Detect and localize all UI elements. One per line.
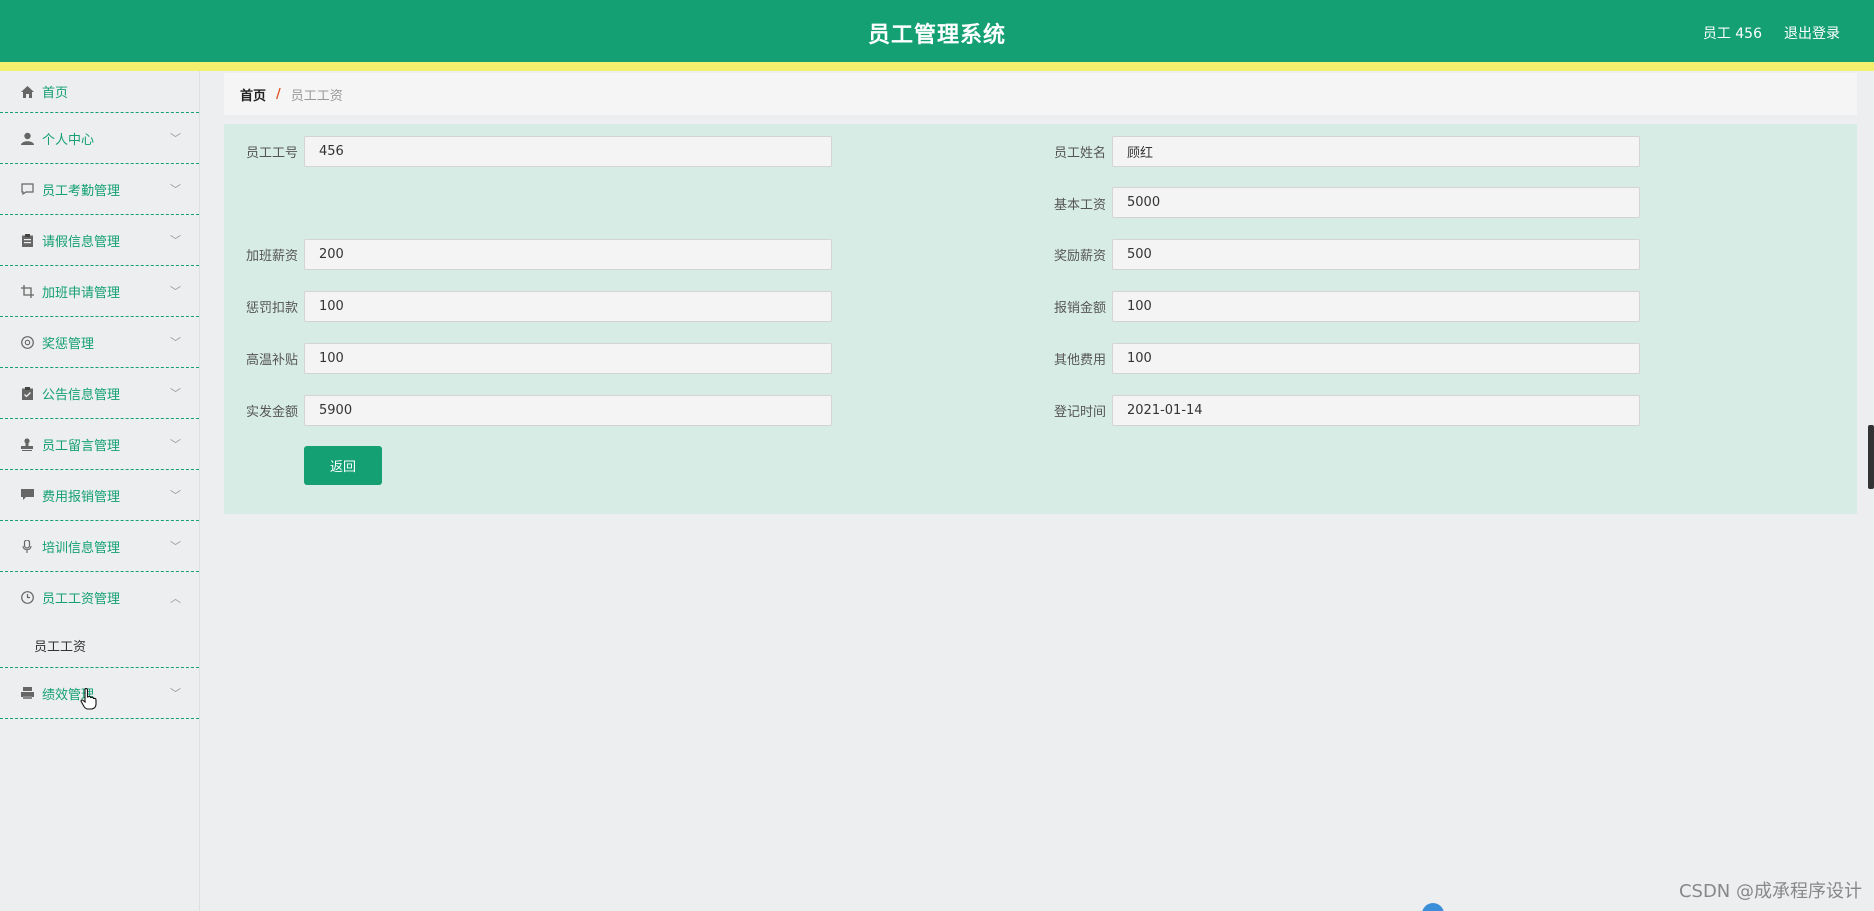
sidebar-item-label: 奖惩管理 bbox=[42, 336, 95, 352]
clock-icon bbox=[20, 572, 34, 623]
sidebar-item-label: 个人中心 bbox=[42, 132, 95, 148]
sidebar-item-notices[interactable]: 公告信息管理 ﹀ bbox=[0, 368, 199, 419]
app-title: 员工管理系统 bbox=[867, 23, 1006, 48]
base-salary-input[interactable]: 5000 bbox=[1112, 187, 1640, 218]
microphone-icon bbox=[20, 521, 34, 571]
breadcrumb-current: 员工工资 bbox=[290, 88, 343, 104]
other-fees-input[interactable]: 100 bbox=[1112, 343, 1640, 374]
employee-no-label: 员工工号 bbox=[245, 146, 298, 161]
overtime-pay-input[interactable]: 200 bbox=[304, 239, 832, 270]
base-salary-label: 基本工资 bbox=[1053, 198, 1106, 213]
record-date-input[interactable]: 2021-01-14 bbox=[1112, 395, 1640, 426]
back-button[interactable]: 返回 bbox=[304, 446, 382, 485]
sidebar-item-home[interactable]: 首页 bbox=[0, 71, 199, 113]
page-scrollbar[interactable] bbox=[1868, 425, 1874, 489]
sidebar-item-label: 首页 bbox=[42, 86, 69, 101]
sidebar-item-messages[interactable]: 员工留言管理 ﹀ bbox=[0, 419, 199, 470]
sidebar-item-label: 员工工资管理 bbox=[42, 592, 121, 607]
logout-link[interactable]: 退出登录 bbox=[1784, 23, 1840, 43]
chevron-down-icon: ﹀ bbox=[170, 438, 181, 451]
chevron-down-icon: ﹀ bbox=[170, 183, 181, 196]
sidebar-item-overtime[interactable]: 加班申请管理 ﹀ bbox=[0, 266, 199, 317]
sidebar-item-salary[interactable]: 员工工资管理 ︿ bbox=[0, 572, 199, 623]
chevron-down-icon: ﹀ bbox=[170, 687, 181, 700]
employee-name-input[interactable]: 顾红 bbox=[1112, 136, 1640, 167]
breadcrumb: 首页 / 员工工资 bbox=[224, 73, 1857, 115]
top-header: 员工管理系统 员工 456 退出登录 bbox=[0, 0, 1874, 62]
penalty-input[interactable]: 100 bbox=[304, 291, 832, 322]
sidebar-item-personal-center[interactable]: 个人中心 ﹀ bbox=[0, 113, 199, 164]
message-icon bbox=[20, 470, 34, 520]
submenu-item-employee-salary[interactable]: 员工工资 bbox=[0, 623, 199, 667]
net-pay-label: 实发金额 bbox=[245, 405, 298, 420]
net-pay-input[interactable]: 5900 bbox=[304, 395, 832, 426]
sidebar-item-label: 员工考勤管理 bbox=[42, 183, 121, 199]
clipboard-icon bbox=[20, 215, 34, 265]
sidebar-group-salary: 员工工资管理 ︿ 员工工资 bbox=[0, 572, 199, 668]
sidebar-item-label: 费用报销管理 bbox=[42, 489, 121, 505]
sidebar-item-reimbursement[interactable]: 费用报销管理 ﹀ bbox=[0, 470, 199, 521]
sidebar-item-label: 公告信息管理 bbox=[42, 387, 121, 403]
chevron-down-icon: ﹀ bbox=[170, 336, 181, 349]
crop-icon bbox=[20, 266, 34, 316]
clipboard-check-icon bbox=[20, 368, 34, 418]
printer-icon bbox=[20, 668, 34, 718]
employee-name-label: 员工姓名 bbox=[1053, 146, 1106, 161]
overtime-pay-label: 加班薪资 bbox=[245, 249, 298, 264]
sidebar-item-rewards[interactable]: 奖惩管理 ﹀ bbox=[0, 317, 199, 368]
breadcrumb-separator: / bbox=[276, 86, 281, 102]
chevron-down-icon: ﹀ bbox=[170, 285, 181, 298]
sidebar-item-label: 员工留言管理 bbox=[42, 438, 121, 454]
current-user: 员工 456 bbox=[1702, 26, 1762, 42]
penalty-label: 惩罚扣款 bbox=[245, 301, 298, 316]
other-fees-label: 其他费用 bbox=[1053, 353, 1106, 368]
sidebar-item-label: 培训信息管理 bbox=[42, 540, 121, 556]
user-icon bbox=[20, 113, 34, 163]
header-stripe bbox=[0, 62, 1874, 71]
sidebar-item-label: 请假信息管理 bbox=[42, 234, 121, 250]
sidebar-item-leave[interactable]: 请假信息管理 ﹀ bbox=[0, 215, 199, 266]
employee-no-input[interactable]: 456 bbox=[304, 136, 832, 167]
chevron-up-icon: ︿ bbox=[170, 591, 181, 605]
heat-allowance-input[interactable]: 100 bbox=[304, 343, 832, 374]
reimbursement-label: 报销金额 bbox=[1053, 301, 1106, 316]
record-date-label: 登记时间 bbox=[1053, 405, 1106, 420]
chevron-down-icon: ﹀ bbox=[170, 234, 181, 247]
heat-allowance-label: 高温补贴 bbox=[245, 353, 298, 368]
submenu-item-label: 员工工资 bbox=[34, 639, 87, 655]
chevron-down-icon: ﹀ bbox=[170, 489, 181, 502]
home-icon bbox=[20, 71, 34, 112]
sidebar-item-performance[interactable]: 绩效管理 ﹀ bbox=[0, 668, 199, 719]
watermark-text: CSDN @成承程序设计 bbox=[1678, 881, 1862, 902]
aperture-icon bbox=[20, 317, 34, 367]
sidebar-item-training[interactable]: 培训信息管理 ﹀ bbox=[0, 521, 199, 572]
floating-indicator bbox=[1422, 903, 1444, 911]
sidebar-item-label: 加班申请管理 bbox=[42, 285, 121, 301]
stamp-icon bbox=[20, 419, 34, 469]
chevron-down-icon: ﹀ bbox=[170, 132, 181, 145]
chevron-down-icon: ﹀ bbox=[170, 540, 181, 553]
reimbursement-input[interactable]: 100 bbox=[1112, 291, 1640, 322]
sidebar-item-attendance[interactable]: 员工考勤管理 ﹀ bbox=[0, 164, 199, 215]
hand-cursor-icon bbox=[80, 687, 98, 715]
bonus-pay-input[interactable]: 500 bbox=[1112, 239, 1640, 270]
salary-detail-form: 员工工号 456 员工姓名 顾红 基本工资 5000 加班薪资 200 奖励薪资… bbox=[224, 124, 1857, 514]
chevron-down-icon: ﹀ bbox=[170, 387, 181, 400]
sidebar-menu: 首页 个人中心 ﹀ 员工考勤管理 ﹀ 请假信息管理 ﹀ 加班申请管理 ﹀ 奖惩管… bbox=[0, 71, 200, 911]
breadcrumb-home[interactable]: 首页 bbox=[240, 85, 266, 104]
chat-icon bbox=[20, 164, 34, 214]
bonus-pay-label: 奖励薪资 bbox=[1053, 249, 1106, 264]
